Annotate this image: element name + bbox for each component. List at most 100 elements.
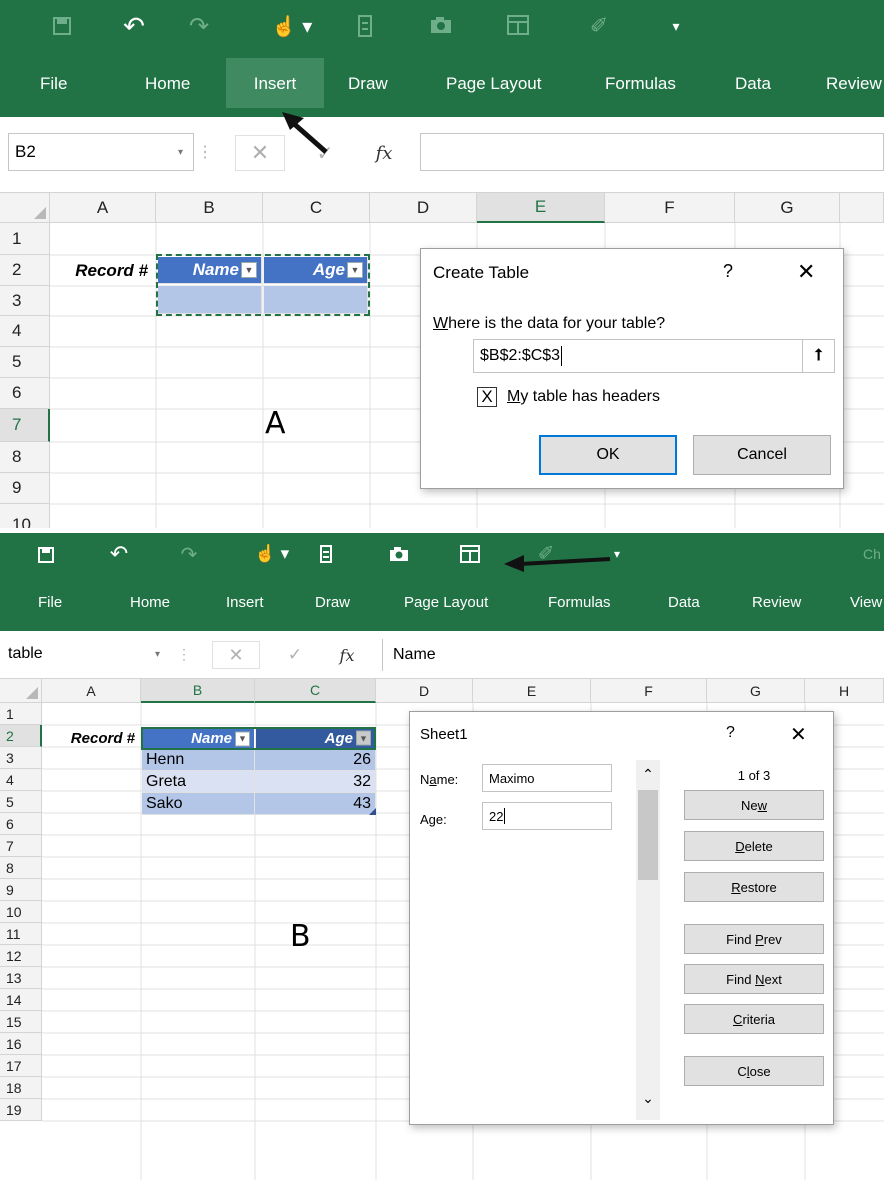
- tab-data[interactable]: Data: [735, 74, 771, 94]
- column-header-d[interactable]: D: [376, 679, 473, 703]
- row-header-1[interactable]: 1: [0, 223, 50, 255]
- column-header-g[interactable]: G: [735, 193, 840, 223]
- row-header-13[interactable]: 13: [0, 967, 42, 989]
- tab-page-layout[interactable]: Page Layout: [446, 74, 541, 94]
- row-header-15[interactable]: 15: [0, 1011, 42, 1033]
- form-icon[interactable]: [355, 13, 375, 39]
- select-all-corner[interactable]: [0, 193, 50, 223]
- name-box[interactable]: B2 ▾: [8, 133, 194, 171]
- redo-icon[interactable]: ↷: [178, 542, 200, 566]
- row-header-8[interactable]: 8: [0, 857, 42, 879]
- table-form-icon[interactable]: [505, 13, 531, 37]
- touch-mode-icon[interactable]: ☝ ▾: [268, 12, 316, 40]
- redo-icon[interactable]: ↷: [185, 12, 213, 40]
- tab-formulas[interactable]: Formulas: [548, 594, 611, 611]
- table-header-age[interactable]: Age ▼: [256, 728, 376, 749]
- name-field[interactable]: Maximo: [482, 764, 612, 792]
- formula-input[interactable]: [420, 133, 884, 171]
- close-icon[interactable]: ✕: [797, 259, 815, 285]
- table-header-name[interactable]: Name ▼: [142, 728, 255, 749]
- tab-file[interactable]: File: [38, 594, 62, 611]
- table-cell-name[interactable]: Henn: [142, 749, 255, 771]
- row-header-9[interactable]: 9: [0, 473, 50, 504]
- column-header-c[interactable]: C: [263, 193, 370, 223]
- row-header-6[interactable]: 6: [0, 813, 42, 835]
- tab-formulas[interactable]: Formulas: [605, 74, 676, 94]
- row-header-4[interactable]: 4: [0, 316, 50, 347]
- tab-insert[interactable]: Insert: [226, 594, 264, 611]
- column-header-a[interactable]: A: [42, 679, 141, 703]
- tab-data[interactable]: Data: [668, 594, 700, 611]
- ok-button[interactable]: OK: [539, 435, 677, 475]
- column-header-f[interactable]: F: [591, 679, 707, 703]
- find-next-button[interactable]: Find Next: [684, 964, 824, 994]
- headers-checkbox-label[interactable]: My table has headers: [507, 388, 660, 406]
- format-painter-icon[interactable]: ✐: [585, 12, 613, 40]
- close-icon[interactable]: ✕: [790, 722, 807, 747]
- record-scrollbar[interactable]: ⌃ ⌄: [636, 760, 660, 1120]
- row-header-18[interactable]: 18: [0, 1077, 42, 1099]
- row-header-2[interactable]: 2: [0, 255, 50, 286]
- row-header-12[interactable]: 12: [0, 945, 42, 967]
- filter-dropdown-icon[interactable]: ▼: [356, 730, 371, 746]
- tab-home[interactable]: Home: [130, 594, 170, 611]
- chevron-down-icon[interactable]: ▾: [178, 147, 183, 158]
- chevron-down-icon[interactable]: ⌄: [636, 1090, 660, 1107]
- row-header-17[interactable]: 17: [0, 1055, 42, 1077]
- headers-checkbox[interactable]: X: [477, 387, 497, 407]
- row-header-4[interactable]: 4: [0, 769, 42, 791]
- row-header-3[interactable]: 3: [0, 747, 42, 769]
- criteria-button[interactable]: Criteria: [684, 1004, 824, 1034]
- row-header-10[interactable]: 10: [0, 901, 42, 923]
- insert-function-icon[interactable]: fx: [366, 135, 402, 171]
- restore-button[interactable]: Restore: [684, 872, 824, 902]
- tab-review[interactable]: Review: [752, 594, 801, 611]
- column-header-e[interactable]: E: [473, 679, 591, 703]
- confirm-entry-icon[interactable]: ✓: [282, 641, 308, 669]
- table-cell-age[interactable]: 32: [255, 771, 376, 793]
- tab-page-layout[interactable]: Page Layout: [404, 594, 488, 611]
- tab-draw[interactable]: Draw: [348, 74, 388, 94]
- column-header-h[interactable]: H: [805, 679, 884, 703]
- cancel-button[interactable]: Cancel: [693, 435, 831, 475]
- column-header-e[interactable]: E: [477, 193, 605, 223]
- help-icon[interactable]: ?: [723, 261, 733, 282]
- column-header-f[interactable]: F: [605, 193, 735, 223]
- form-icon[interactable]: [318, 543, 334, 565]
- resize-handle-icon[interactable]: ⋮: [197, 141, 213, 163]
- filter-dropdown-icon[interactable]: ▼: [235, 731, 250, 746]
- column-header-b[interactable]: B: [156, 193, 263, 223]
- column-header-h[interactable]: [840, 193, 884, 223]
- scrollbar-thumb[interactable]: [638, 790, 658, 880]
- touch-mode-icon[interactable]: ☝ ▾: [250, 542, 294, 566]
- table-resize-handle[interactable]: [369, 808, 376, 815]
- resize-handle-icon[interactable]: ⋮: [177, 643, 191, 665]
- camera-icon[interactable]: [388, 545, 410, 563]
- cell-a2[interactable]: Record #: [42, 727, 141, 749]
- table-cell-age[interactable]: 43: [255, 793, 376, 815]
- tab-home[interactable]: Home: [145, 74, 190, 94]
- undo-icon[interactable]: ↶: [108, 541, 130, 566]
- chevron-down-icon[interactable]: ▾: [155, 649, 160, 660]
- cancel-entry-icon[interactable]: ✕: [212, 641, 260, 669]
- row-header-10[interactable]: 10: [0, 504, 50, 528]
- find-prev-button[interactable]: Find Prev: [684, 924, 824, 954]
- close-button[interactable]: Cl ose: [684, 1056, 824, 1086]
- row-header-2[interactable]: 2: [0, 725, 42, 747]
- row-header-5[interactable]: 5: [0, 347, 50, 378]
- column-header-c[interactable]: C: [255, 679, 376, 703]
- delete-button[interactable]: Delete: [684, 831, 824, 861]
- save-icon[interactable]: [50, 14, 74, 38]
- table-cell-name[interactable]: Greta: [142, 771, 255, 793]
- collapse-dialog-icon[interactable]: ⭡: [802, 340, 834, 372]
- row-header-9[interactable]: 9: [0, 879, 42, 901]
- tab-draw[interactable]: Draw: [315, 594, 350, 611]
- chevron-up-icon[interactable]: ⌃: [636, 766, 660, 783]
- row-header-1[interactable]: 1: [0, 703, 42, 725]
- row-header-11[interactable]: 11: [0, 923, 42, 945]
- row-header-5[interactable]: 5: [0, 791, 42, 813]
- tab-insert[interactable]: Insert: [226, 58, 324, 108]
- row-header-7[interactable]: 7: [0, 835, 42, 857]
- row-header-16[interactable]: 16: [0, 1033, 42, 1055]
- customize-qat-icon[interactable]: ▾: [668, 14, 684, 38]
